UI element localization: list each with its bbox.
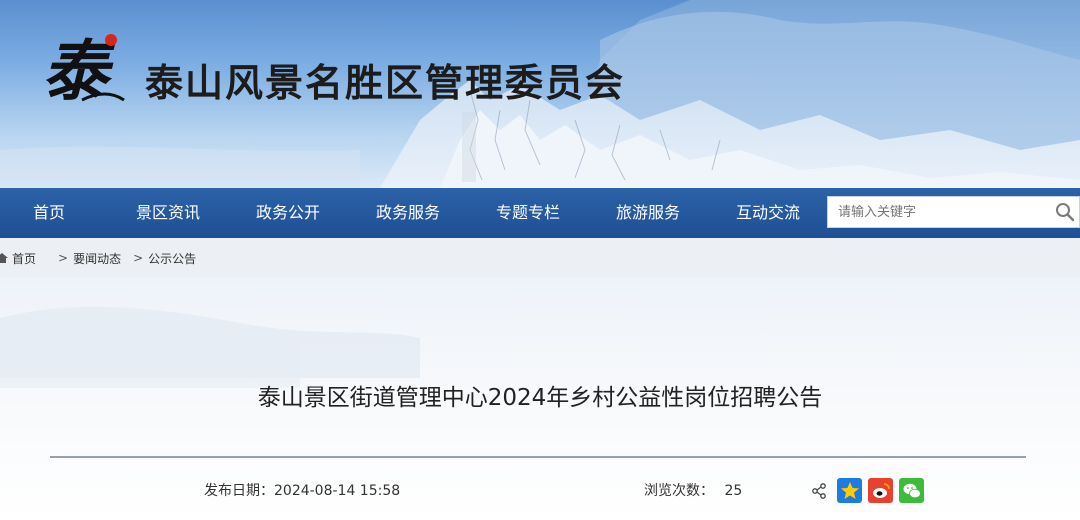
breadcrumb-announcements[interactable]: 公示公告: [148, 250, 196, 267]
search-input[interactable]: [828, 197, 1051, 227]
view-count: 浏览次数： 25: [644, 480, 742, 500]
stone-inscription: [462, 112, 476, 182]
title-divider: [50, 456, 1026, 458]
logo-icon: 泰: [42, 32, 125, 110]
breadcrumb: 首页 > 要闻动态 > 公示公告: [0, 238, 1080, 278]
svg-text:泰: 泰: [42, 32, 116, 110]
publish-date: 发布日期：2024-08-14 15:58: [204, 483, 401, 499]
breadcrumb-home[interactable]: 首页: [12, 250, 36, 267]
breadcrumb-separator: >: [133, 251, 144, 265]
nav-item-special-topics[interactable]: 专题专栏: [478, 188, 578, 238]
article-title: 泰山景区街道管理中心2024年乡村公益性岗位招聘公告: [257, 385, 823, 411]
header-banner: 泰 泰山风景名胜区管理委员会: [0, 0, 1080, 188]
site-title: 泰山风景名胜区管理委员会: [145, 61, 626, 105]
view-count-value: 25: [724, 483, 743, 499]
view-count-label: 浏览次数：: [644, 483, 714, 499]
nav-item-home[interactable]: 首页: [0, 188, 98, 238]
search-box: [827, 196, 1080, 228]
search-icon[interactable]: [1051, 197, 1079, 227]
qzone-star-icon[interactable]: [837, 478, 862, 503]
nav-item-interaction[interactable]: 互动交流: [718, 188, 818, 238]
article-area: 泰山景区街道管理中心2024年乡村公益性岗位招聘公告 发布日期：2024-08-…: [0, 278, 1080, 520]
wechat-icon[interactable]: [899, 478, 924, 503]
share-icon[interactable]: [806, 478, 831, 503]
nav-item-gov-services[interactable]: 政务服务: [358, 188, 458, 238]
nav-item-scenic-news[interactable]: 景区资讯: [118, 188, 218, 238]
weibo-icon[interactable]: [868, 478, 893, 503]
home-icon: [0, 252, 8, 264]
breadcrumb-separator: >: [58, 251, 69, 265]
share-bar: [806, 478, 924, 503]
main-nav: 首页 景区资讯 政务公开 政务服务 专题专栏 旅游服务 互动交流: [0, 188, 1080, 238]
nav-item-gov-affairs[interactable]: 政务公开: [238, 188, 338, 238]
nav-item-tourism-services[interactable]: 旅游服务: [598, 188, 698, 238]
breadcrumb-news[interactable]: 要闻动态: [73, 250, 121, 267]
